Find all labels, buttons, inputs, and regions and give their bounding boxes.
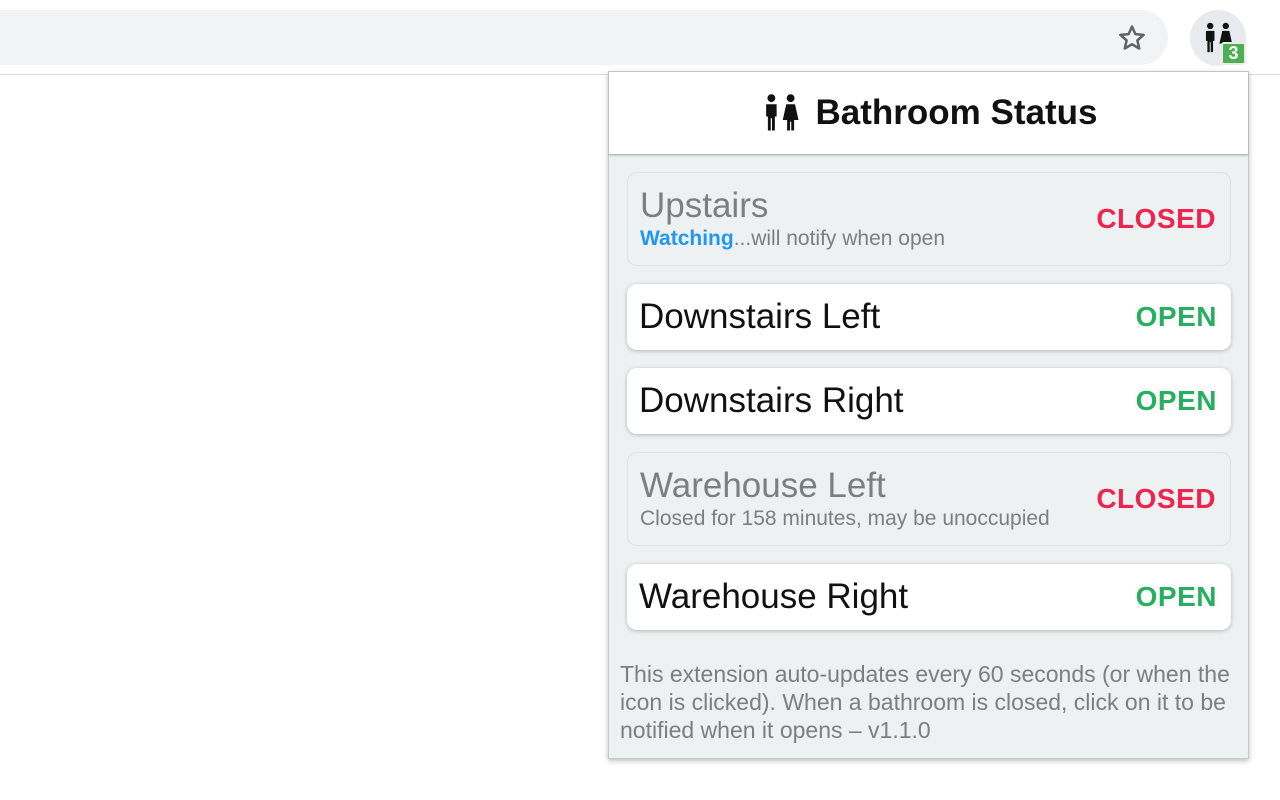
restroom-icon [765, 94, 799, 131]
status-badge: CLOSED [1096, 203, 1216, 234]
status-badge: OPEN [1135, 581, 1217, 612]
bathroom-name: Warehouse Right [639, 577, 909, 616]
bathroom-name: Warehouse Left [640, 466, 886, 505]
bathroom-card-warehouse-right[interactable]: Warehouse Right OPEN [627, 564, 1231, 630]
bathroom-card-downstairs-left[interactable]: Downstairs Left OPEN [627, 284, 1231, 350]
popup-header: Bathroom Status [609, 72, 1248, 155]
bathroom-status-popup: Bathroom Status Upstairs Watching...will… [608, 71, 1249, 759]
browser-toolbar: 3 [0, 0, 1280, 75]
watching-label: Watching [640, 227, 734, 250]
bathroom-subtext: Closed for 158 minutes, may be unoccupie… [640, 507, 1050, 530]
bathroom-card-upstairs[interactable]: Upstairs Watching...will notify when ope… [627, 172, 1231, 266]
bathroom-info: Warehouse Left Closed for 158 minutes, m… [640, 466, 1050, 532]
popup-title: Bathroom Status [815, 93, 1098, 132]
status-badge: CLOSED [1096, 483, 1216, 514]
address-bar[interactable] [0, 10, 1168, 65]
bathroom-card-warehouse-left[interactable]: Warehouse Left Closed for 158 minutes, m… [627, 452, 1231, 546]
status-badge: OPEN [1135, 301, 1217, 332]
bathroom-card-downstairs-right[interactable]: Downstairs Right OPEN [627, 368, 1231, 434]
bathroom-name: Upstairs [640, 186, 769, 225]
bathroom-name: Downstairs Left [639, 297, 881, 336]
bookmark-star-button[interactable] [1110, 16, 1154, 60]
bathroom-name: Downstairs Right [639, 381, 904, 420]
bathroom-info: Upstairs Watching...will notify when ope… [640, 186, 945, 252]
notification-badge: 3 [1221, 42, 1246, 65]
star-outline-icon [1119, 25, 1145, 50]
status-badge: OPEN [1135, 385, 1217, 416]
bathroom-subtext: Watching...will notify when open [640, 227, 946, 250]
popup-footer-note: This extension auto-updates every 60 sec… [620, 661, 1230, 743]
